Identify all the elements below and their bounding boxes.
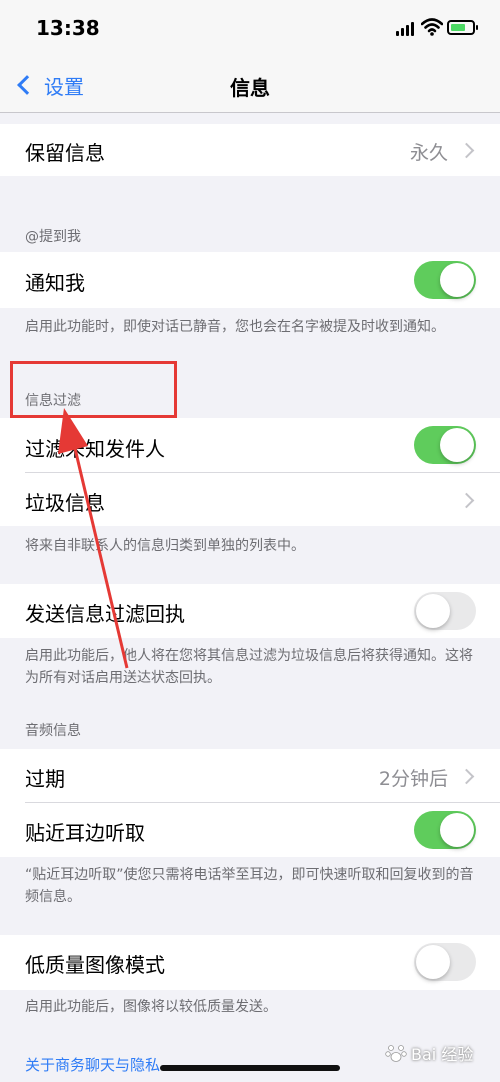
filter-unknown-toggle[interactable] bbox=[414, 426, 476, 464]
cellular-signal-icon bbox=[396, 22, 416, 36]
wifi-icon bbox=[421, 18, 443, 36]
filter-receipts-label: 发送信息过滤回执 bbox=[25, 602, 185, 626]
notify-me-row: 通知我 bbox=[0, 252, 500, 308]
status-bar: 13:38 bbox=[0, 0, 500, 60]
watermark-text: Bai 经验 bbox=[411, 1045, 474, 1064]
raise-to-listen-label: 贴近耳边听取 bbox=[25, 821, 145, 845]
filtering-footer: 将来自非联系人的信息归类到单独的列表中。 bbox=[25, 538, 305, 554]
low-quality-row: 低质量图像模式 bbox=[0, 935, 500, 990]
keep-messages-label: 保留信息 bbox=[25, 141, 105, 165]
keep-messages-value: 永久 bbox=[409, 142, 448, 164]
mentions-footer: 启用此功能时，即使对话已静音，您也会在名字被提及时收到通知。 bbox=[25, 319, 445, 335]
navigation-bar: 设置 信息 bbox=[0, 60, 500, 113]
paw-icon bbox=[385, 1045, 407, 1062]
filter-receipts-footer: 启用此功能后，他人将在您将其信息过滤为垃圾信息后将获得通知。这将为所有对话启用送… bbox=[25, 648, 473, 686]
watermark: Bai 经验 bbox=[385, 1033, 493, 1073]
business-chat-privacy-link[interactable]: 关于商务聊天与隐私 bbox=[25, 1054, 160, 1075]
mentions-section-header: @提到我 bbox=[25, 229, 81, 245]
chevron-right-icon bbox=[458, 492, 475, 509]
audio-group: 过期 2分钟后 贴近耳边听取 bbox=[0, 749, 500, 857]
filtering-group: 过滤未知发件人 垃圾信息 bbox=[0, 418, 500, 526]
filter-unknown-label: 过滤未知发件人 bbox=[25, 437, 165, 461]
filter-receipts-row: 发送信息过滤回执 bbox=[0, 584, 500, 638]
battery-icon bbox=[447, 20, 478, 35]
junk-messages-label: 垃圾信息 bbox=[25, 491, 105, 515]
page-title: 信息 bbox=[230, 76, 270, 100]
separator bbox=[25, 802, 500, 803]
low-quality-toggle[interactable] bbox=[414, 943, 476, 981]
junk-messages-row[interactable]: 垃圾信息 bbox=[0, 473, 500, 526]
low-quality-label: 低质量图像模式 bbox=[25, 953, 165, 977]
status-time: 13:38 bbox=[36, 16, 100, 40]
raise-to-listen-toggle[interactable] bbox=[414, 811, 476, 849]
expire-row[interactable]: 过期 2分钟后 bbox=[0, 749, 500, 802]
low-quality-footer: 启用此功能后，图像将以较低质量发送。 bbox=[25, 999, 277, 1015]
chevron-right-icon bbox=[458, 142, 475, 159]
highlight-box bbox=[10, 361, 177, 418]
expire-value: 2分钟后 bbox=[378, 768, 448, 790]
audio-footer: “贴近耳边听取”使您只需将电话举至耳边，即可快速听取和回复收到的音频信息。 bbox=[25, 867, 474, 905]
audio-section-header: 音频信息 bbox=[25, 723, 81, 739]
filter-receipts-toggle[interactable] bbox=[414, 592, 476, 630]
chevron-right-icon bbox=[458, 768, 475, 785]
expire-label: 过期 bbox=[25, 767, 65, 791]
notify-me-label: 通知我 bbox=[25, 271, 85, 295]
notify-me-toggle[interactable] bbox=[414, 261, 476, 299]
keep-messages-row[interactable]: 保留信息 永久 bbox=[0, 124, 500, 176]
home-indicator bbox=[160, 1065, 340, 1071]
